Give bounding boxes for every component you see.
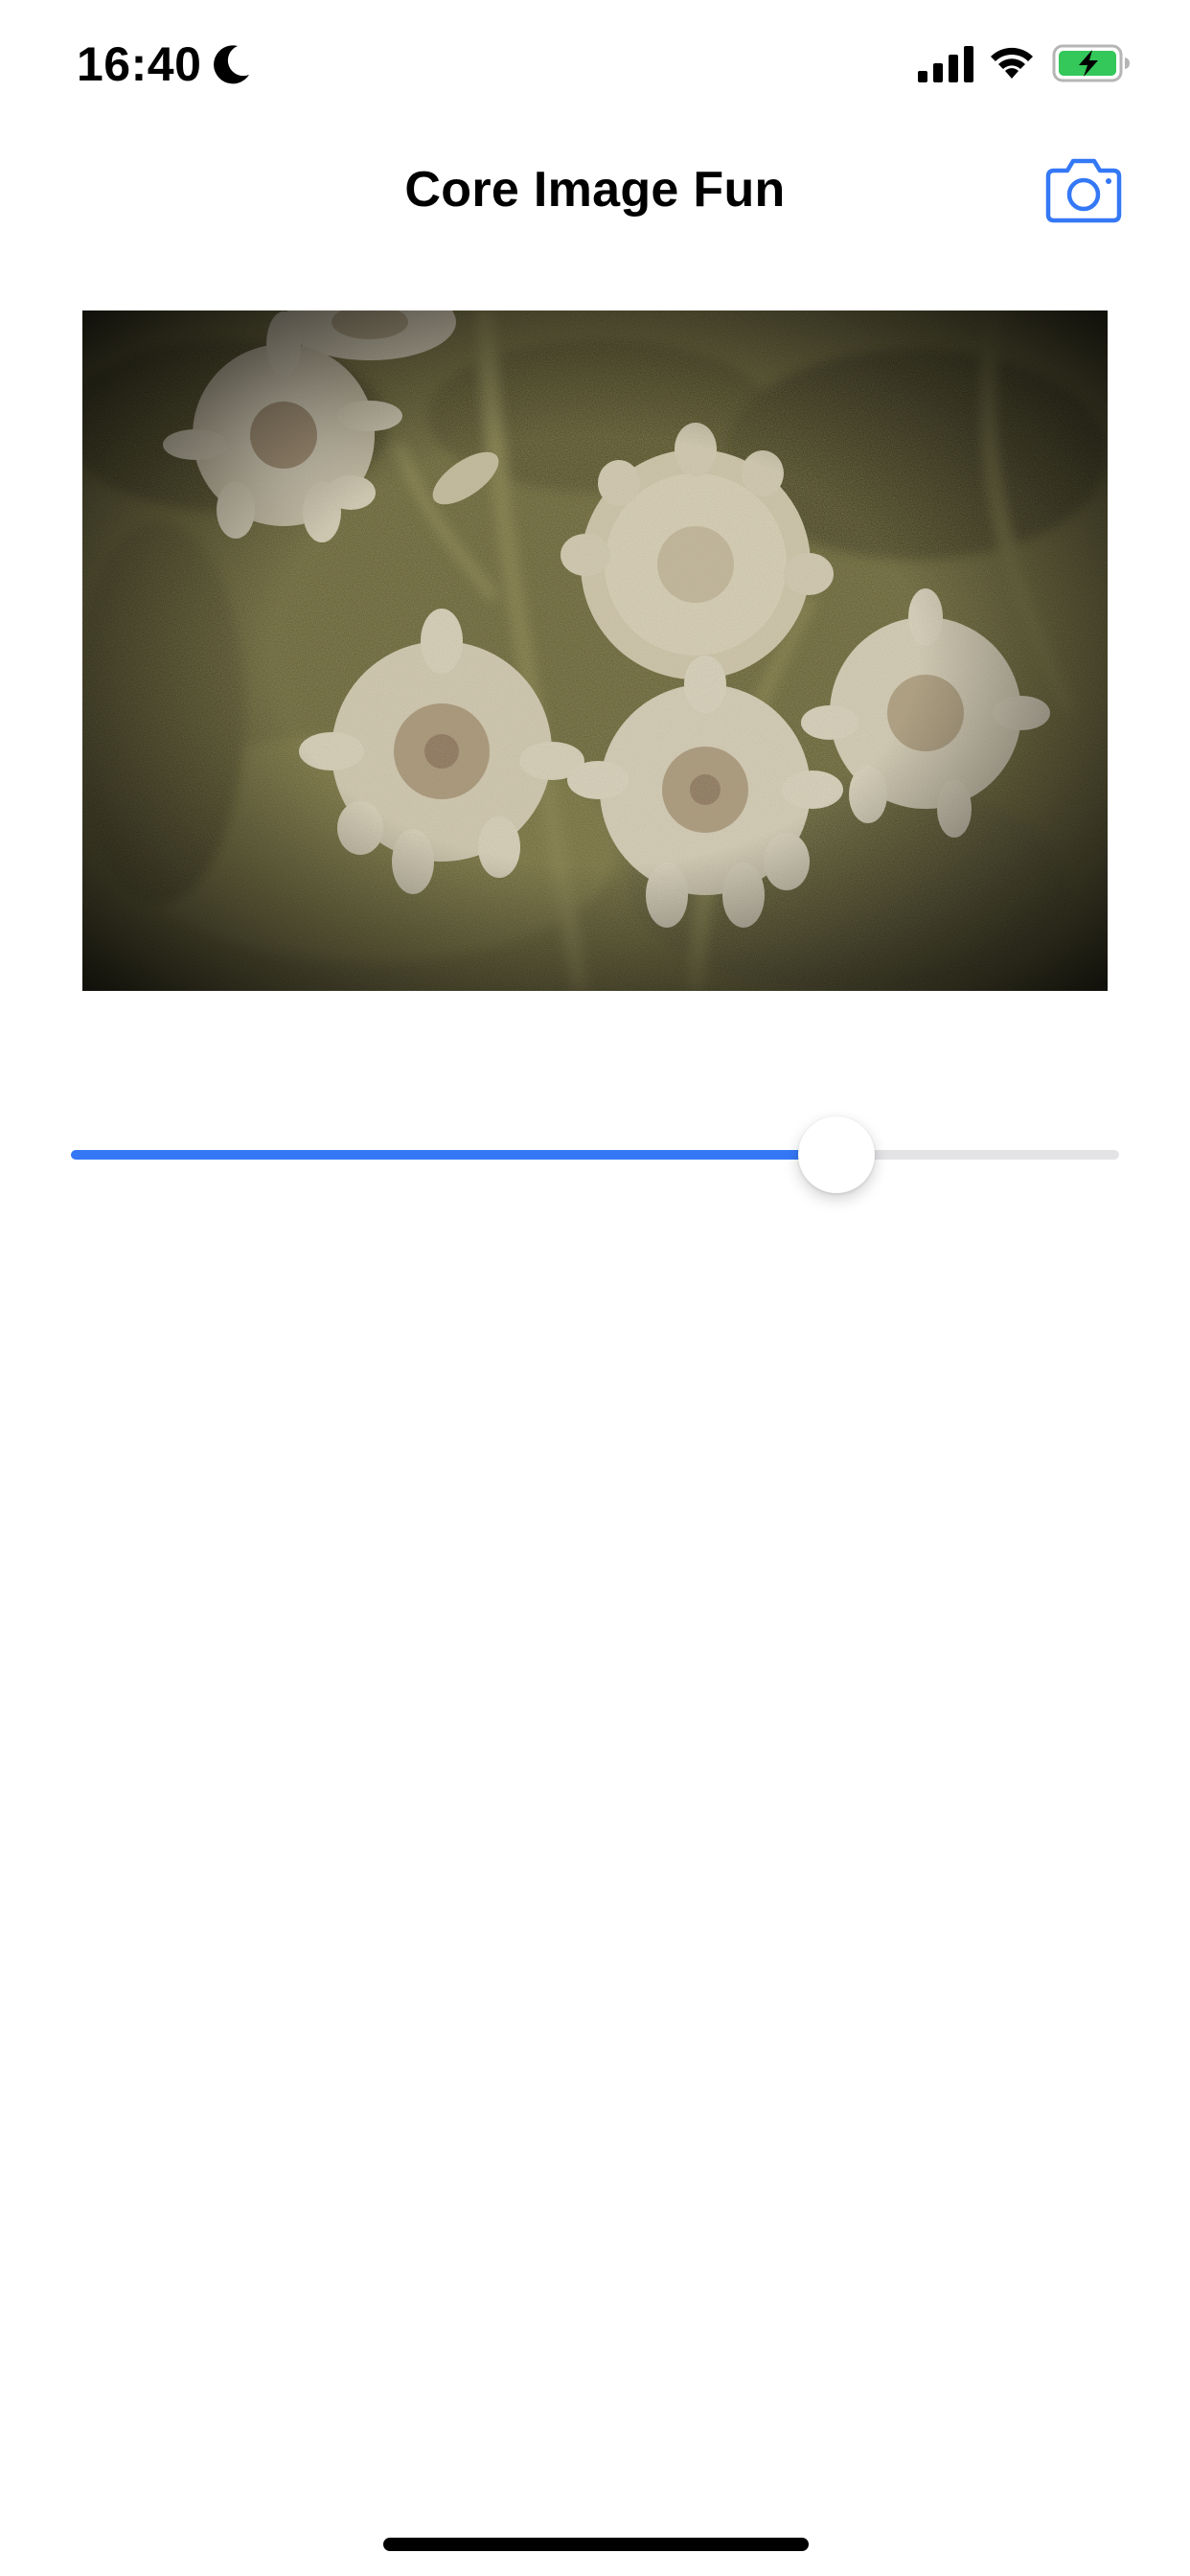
slider-thumb[interactable] (798, 1116, 875, 1193)
wifi-icon (991, 47, 1033, 79)
flower-image (82, 310, 1108, 991)
filtered-photo (82, 310, 1108, 991)
home-indicator (383, 2538, 809, 2551)
intensity-slider[interactable] (71, 1112, 1119, 1198)
camera-icon (1045, 158, 1122, 223)
slider-fill (71, 1150, 836, 1160)
battery-charging-icon (1052, 44, 1130, 82)
navigation-bar: Core Image Fun (0, 134, 1190, 249)
camera-button[interactable] (1042, 155, 1125, 224)
page-title: Core Image Fun (404, 162, 786, 218)
status-time: 16:40 (77, 37, 202, 91)
cellular-signal-icon (918, 46, 973, 82)
moon-icon (214, 45, 249, 84)
status-bar: 16:40 (0, 0, 1190, 134)
